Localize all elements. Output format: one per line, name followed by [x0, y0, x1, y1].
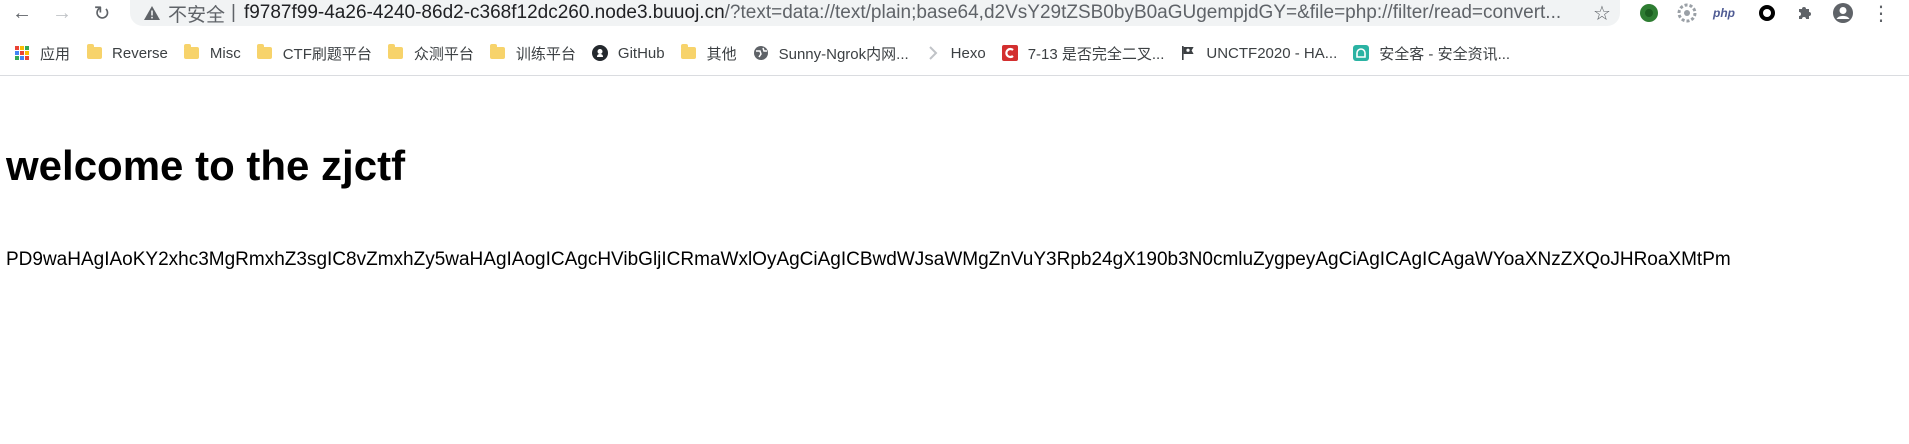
back-button[interactable]: ← — [8, 0, 36, 26]
folder-icon — [388, 44, 404, 61]
bookmark-label: Misc — [209, 44, 241, 62]
reload-button[interactable]: ↻ — [88, 0, 116, 26]
bookmark-label: Reverse — [112, 44, 168, 62]
green-circle-extension-icon[interactable] — [1637, 1, 1661, 25]
globe-icon — [753, 45, 769, 61]
bookmark-sunny-ngrok[interactable]: Sunny-Ngrok内网... — [747, 39, 915, 67]
url-path[interactable]: /?text=data://text/plain;base64,d2VsY29t… — [725, 2, 1562, 24]
bookmark-label: Hexo — [950, 44, 986, 62]
bookmark-folder-other[interactable]: 其他 — [675, 39, 743, 67]
bookmarks-bar: 应用 Reverse Misc CTF刷题平台 众测平台 训练平台 GitHub… — [0, 36, 1909, 70]
folder-icon — [184, 44, 200, 61]
arrow-right-icon: → — [52, 1, 72, 24]
php-extension-icon[interactable]: php — [1712, 1, 1736, 25]
security-separator: | — [231, 2, 236, 23]
bookmark-github[interactable]: GitHub — [586, 39, 671, 67]
menu-kebab-icon[interactable]: ⋮ — [1869, 1, 1893, 25]
bookmark-unctf2020[interactable]: UNCTF2020 - HA... — [1174, 39, 1343, 67]
arrow-left-icon: ← — [12, 1, 32, 24]
bookmark-label: 安全客 - 安全资讯... — [1379, 45, 1511, 63]
bookmark-folder-reverse[interactable]: Reverse — [80, 39, 174, 67]
bookmark-folder-misc[interactable]: Misc — [178, 39, 247, 67]
warning-triangle-icon[interactable] — [142, 6, 162, 20]
red-c-icon — [1001, 45, 1018, 61]
bookmark-label: CTF刷题平台 — [282, 45, 372, 63]
bookmark-folder-training[interactable]: 训练平台 — [484, 39, 582, 67]
bookmark-label: 训练平台 — [515, 45, 576, 63]
profile-avatar-icon[interactable] — [1831, 1, 1855, 25]
security-status-label[interactable]: 不安全 — [168, 0, 225, 26]
bookmark-apps[interactable]: 应用 — [8, 39, 76, 67]
ring-extension-icon[interactable] — [1755, 1, 1779, 25]
hexo-icon — [925, 45, 941, 61]
gear-extension-icon[interactable] — [1675, 1, 1699, 25]
bookmark-label: 其他 — [706, 45, 737, 63]
bookmark-binary-tree[interactable]: 7-13 是否完全二叉... — [996, 39, 1171, 67]
bookmark-folder-crowdtest[interactable]: 众测平台 — [382, 39, 480, 67]
github-icon — [591, 45, 608, 61]
star-icon[interactable]: ☆ — [1590, 0, 1614, 26]
browser-toolbar: ← → ↻ 不安全 | f9787f99-4a26-4240-86d2-c368… — [0, 0, 1909, 26]
folder-icon — [86, 44, 102, 61]
forward-button[interactable]: → — [48, 0, 76, 26]
bookmark-label: UNCTF2020 - HA... — [1206, 44, 1338, 62]
bookmark-label: 众测平台 — [413, 45, 474, 63]
url-host[interactable]: f9787f99-4a26-4240-86d2-c368f12dc260.nod… — [244, 2, 725, 24]
bookmark-folder-ctf[interactable]: CTF刷题平台 — [251, 39, 378, 67]
bookmark-anquanke[interactable]: 安全客 - 安全资讯... — [1347, 39, 1516, 67]
reload-icon: ↻ — [93, 2, 111, 25]
bookmark-hexo[interactable]: Hexo — [919, 39, 992, 67]
anquanke-icon — [1353, 45, 1370, 61]
folder-icon — [681, 44, 697, 61]
folder-icon — [257, 44, 273, 61]
bookmark-label: 应用 — [40, 45, 71, 63]
address-bar[interactable]: 不安全 | f9787f99-4a26-4240-86d2-c368f12dc2… — [130, 0, 1620, 26]
pirate-flag-icon — [1180, 45, 1196, 61]
folder-icon — [490, 44, 506, 61]
bookmark-label: 7-13 是否完全二叉... — [1027, 45, 1165, 63]
apps-grid-icon — [14, 45, 30, 61]
bookmark-label: GitHub — [617, 44, 665, 62]
base64-output-text: PD9waHAgIAoKY2xhc3MgRmxhZ3sgIC8vZmxhZy5w… — [6, 249, 1731, 270]
toolbar-divider — [0, 75, 1909, 76]
bookmark-label: Sunny-Ngrok内网... — [778, 45, 909, 63]
puzzle-extension-icon[interactable] — [1793, 1, 1817, 25]
page-heading: welcome to the zjctf — [6, 142, 406, 189]
